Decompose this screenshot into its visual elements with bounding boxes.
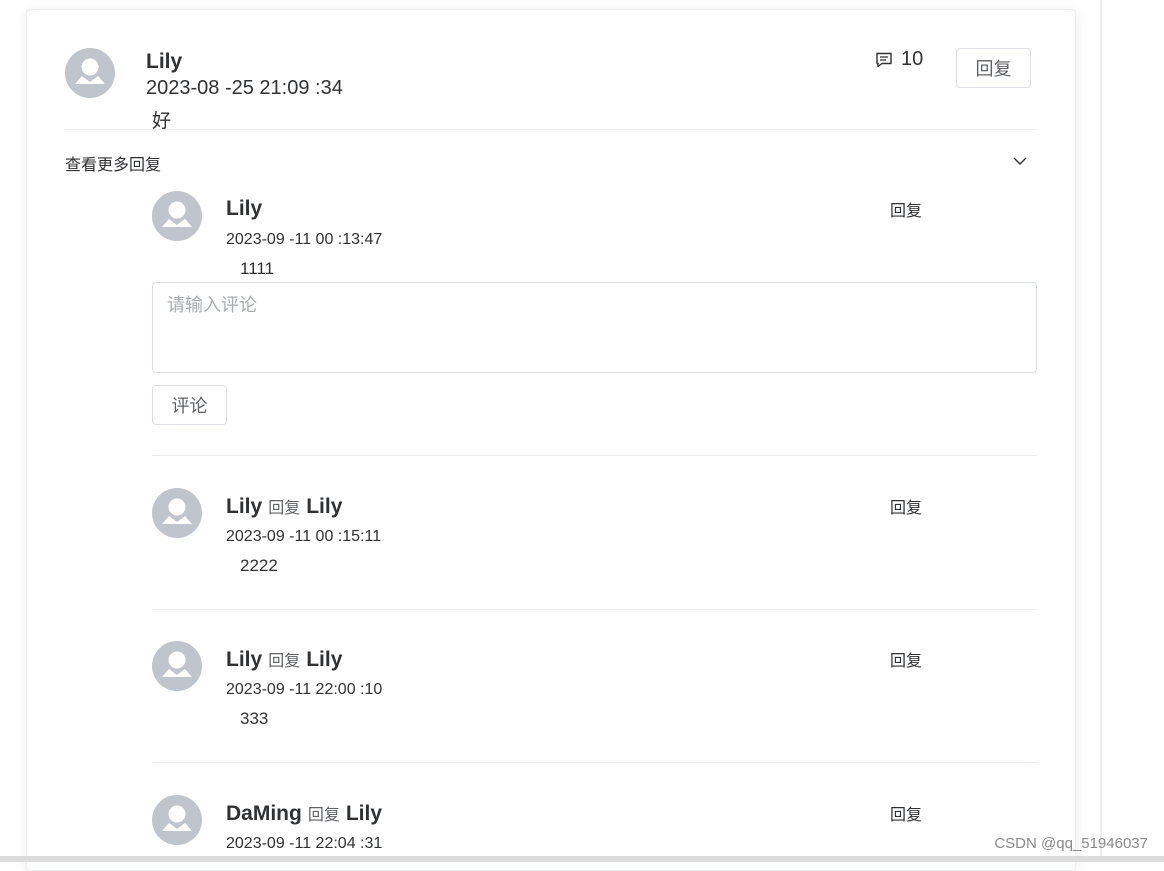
reply-link[interactable]: 回复 — [890, 494, 922, 518]
avatar — [65, 48, 115, 98]
reply-time: 2023-09 -11 00 :15:11 — [226, 528, 382, 545]
reply-target: Lily — [345, 802, 383, 825]
divider — [65, 129, 1037, 130]
page-bottom-border — [0, 856, 1164, 862]
comment-time: 2023-08 -25 21:09 :34 — [146, 77, 343, 99]
view-more-replies[interactable]: 查看更多回复 — [65, 151, 161, 175]
avatar — [152, 641, 202, 691]
page-right-border — [1100, 0, 1102, 858]
comment-author: Lily — [146, 50, 183, 73]
divider — [152, 762, 1037, 763]
reply-link[interactable]: 回复 — [890, 801, 922, 825]
reply-author: DaMing — [226, 802, 302, 825]
submit-comment-button[interactable]: 评论 — [152, 385, 227, 425]
avatar — [152, 795, 202, 845]
comment-count: 10 — [901, 48, 924, 70]
divider — [152, 455, 1037, 456]
reply-header: Lily 回复 Lily — [226, 647, 342, 672]
reply-word: 回复 — [307, 807, 340, 824]
divider — [152, 609, 1037, 610]
user-avatar-icon — [162, 651, 192, 677]
watermark: CSDN @qq_51946037 — [994, 835, 1148, 852]
avatar — [152, 488, 202, 538]
reply-link[interactable]: 回复 — [890, 197, 922, 221]
comment-count-button[interactable]: 10 — [875, 48, 923, 71]
reply-author: Lily — [226, 197, 263, 220]
reply-header: Lily 回复 Lily — [226, 494, 342, 519]
reply-word: 回复 — [268, 500, 301, 517]
user-avatar-icon — [75, 58, 105, 84]
reply-content: 1111 — [240, 259, 275, 278]
chevron-down-icon[interactable] — [1012, 153, 1028, 169]
avatar — [152, 191, 202, 241]
reply-button[interactable]: 回复 — [956, 48, 1031, 88]
reply-time: 2023-09 -11 00 :13:47 — [226, 231, 383, 248]
comment-card: Lily 2023-08 -25 21:09 :34 好 10 回复 查看更多回… — [26, 9, 1076, 871]
reply-target: Lily — [306, 648, 343, 671]
user-avatar-icon — [162, 805, 192, 831]
comment-input[interactable] — [152, 282, 1037, 373]
reply-content: 333 — [240, 709, 269, 728]
message-square-icon — [876, 52, 892, 67]
reply-author: Lily — [226, 648, 263, 671]
reply-word: 回复 — [268, 653, 301, 670]
user-avatar-icon — [162, 498, 192, 524]
reply-link[interactable]: 回复 — [890, 647, 922, 671]
reply-content: 2222 — [240, 556, 278, 575]
reply-time: 2023-09 -11 22:04 :31 — [226, 835, 383, 852]
reply-target: Lily — [306, 495, 343, 518]
reply-time: 2023-09 -11 22:00 :10 — [226, 681, 383, 698]
reply-author: Lily — [226, 495, 263, 518]
user-avatar-icon — [162, 201, 192, 227]
reply-header: DaMing 回复 Lily — [226, 801, 382, 826]
